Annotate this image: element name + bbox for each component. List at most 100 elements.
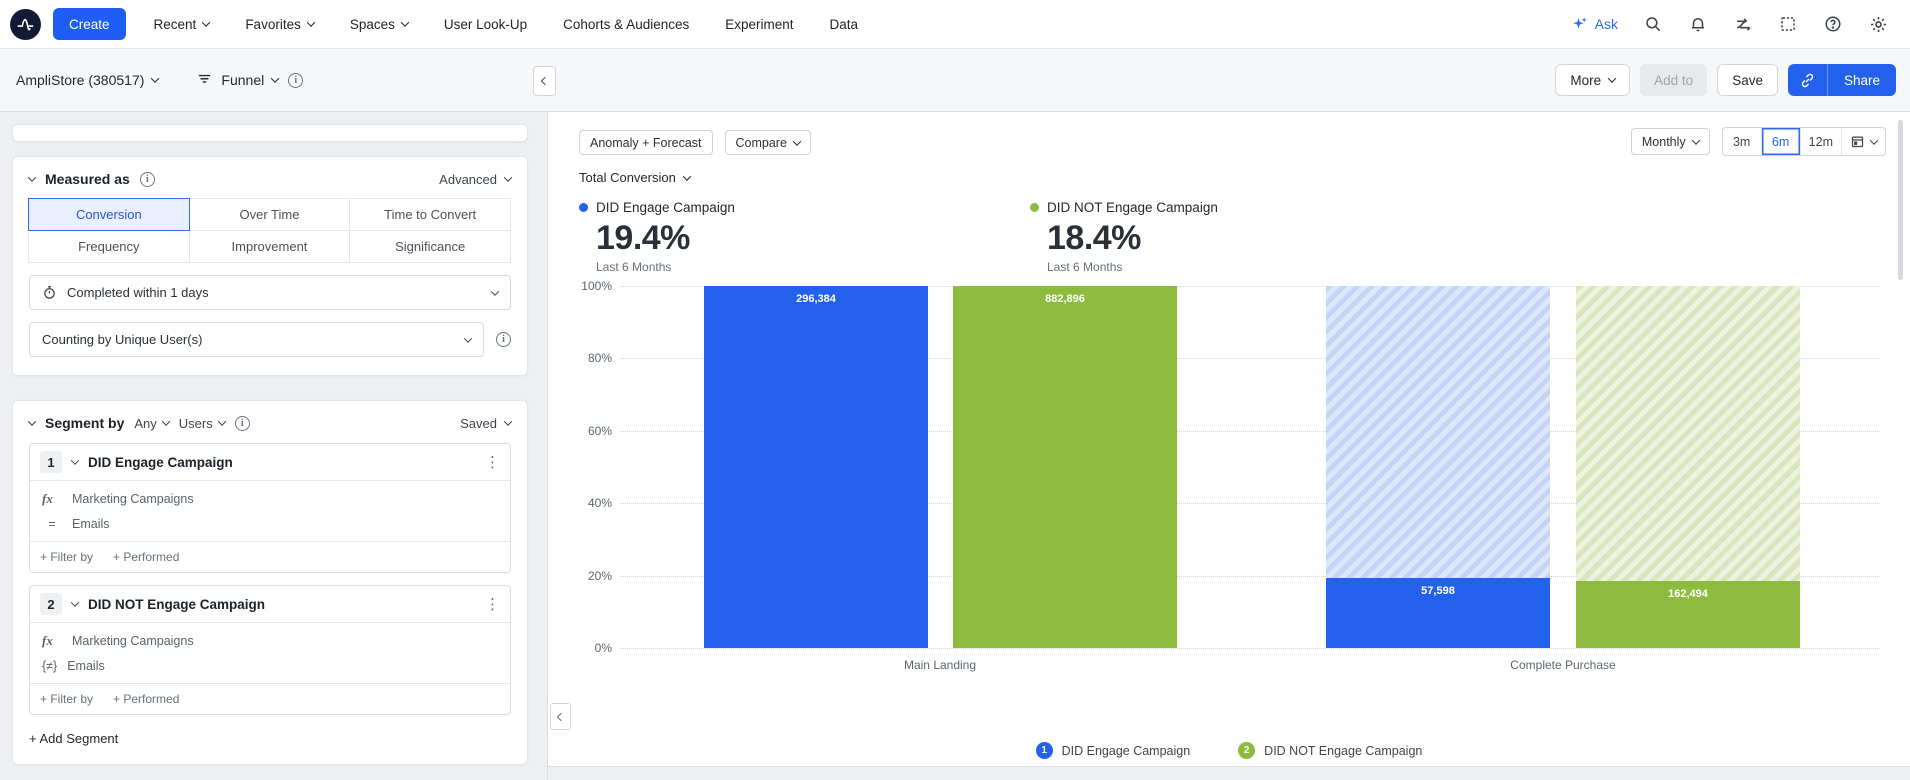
segment-1-menu-icon[interactable]: ⋮ [485, 455, 500, 470]
saved-dropdown[interactable]: Saved [460, 416, 513, 431]
chart-type-selector[interactable]: Funnel [196, 72, 280, 89]
query-sidebar: Measured as i Advanced Conversion Over T… [0, 112, 548, 780]
kpi-did-not-engage: DID NOT Engage Campaign 18.4% Last 6 Mon… [1030, 200, 1218, 274]
segment-2-property-row[interactable]: fx Marketing Campaigns [42, 633, 500, 649]
segment-by-info-icon[interactable]: i [234, 415, 250, 431]
notifications-bell-icon[interactable] [1688, 14, 1708, 34]
y-tick: 20% [587, 568, 612, 583]
option-frequency[interactable]: Frequency [28, 230, 190, 263]
y-tick: 60% [587, 423, 612, 438]
chevron-down-icon [400, 18, 410, 27]
ask-ai-button[interactable]: Ask [1571, 15, 1618, 33]
range-6m[interactable]: 6m [1761, 128, 1801, 155]
nav-user-look-up[interactable]: User Look-Up [444, 17, 527, 32]
bar-main-landing-did-not-engage[interactable]: 882,896 [953, 286, 1177, 648]
y-tick: 100% [581, 279, 612, 293]
legend-did-engage[interactable]: 1 DID Engage Campaign [1035, 742, 1190, 759]
nav-favorites[interactable]: Favorites [245, 17, 316, 32]
range-12m[interactable]: 12m [1801, 128, 1842, 155]
chart-type-info-icon[interactable]: i [288, 72, 304, 88]
sidebar-collapse-button[interactable] [533, 66, 556, 96]
option-significance[interactable]: Significance [349, 230, 511, 263]
chart-collapse-button[interactable] [550, 703, 571, 730]
segment-2-performed-button[interactable]: + Performed [113, 692, 179, 706]
measured-as-card: Measured as i Advanced Conversion Over T… [12, 156, 528, 376]
granularity-dropdown[interactable]: Monthly [1630, 128, 1710, 155]
segment-2-value-row[interactable]: {≠} Emails [42, 659, 500, 673]
option-improvement[interactable]: Improvement [188, 230, 351, 263]
segment-1-property-row[interactable]: fx Marketing Campaigns [42, 491, 500, 507]
metric-selector[interactable]: Total Conversion [579, 170, 692, 185]
amplitude-logo[interactable] [10, 8, 41, 40]
settings-gear-icon[interactable] [1868, 14, 1888, 34]
events-card-partial [12, 124, 528, 142]
bar-complete-purchase-did-not-engage[interactable]: 162,494 [1576, 286, 1800, 648]
option-over-time[interactable]: Over Time [188, 198, 351, 231]
journeys-swap-icon[interactable] [1733, 14, 1753, 34]
nav-recent[interactable]: Recent [154, 17, 211, 32]
project-selector[interactable]: AmpliStore (380517) [16, 72, 160, 88]
more-button[interactable]: More [1555, 64, 1631, 96]
y-tick: 40% [587, 496, 612, 511]
collapse-section-icon[interactable] [27, 173, 37, 182]
chevron-down-icon [217, 417, 226, 426]
copy-link-button[interactable] [1787, 64, 1828, 96]
anomaly-forecast-button[interactable]: Anomaly + Forecast [579, 130, 713, 155]
chevron-down-icon [463, 333, 473, 343]
nav-cohorts-audiences[interactable]: Cohorts & Audiences [563, 17, 689, 32]
help-icon[interactable] [1823, 14, 1843, 34]
range-3m[interactable]: 3m [1723, 128, 1762, 155]
search-icon[interactable] [1643, 14, 1663, 34]
y-tick: 0% [594, 641, 612, 655]
dashboard-templates-icon[interactable] [1778, 14, 1798, 34]
property-fx-icon: fx [42, 491, 53, 506]
segment-1-value-row[interactable]: = Emails [42, 517, 500, 531]
calendar-icon [1850, 134, 1865, 149]
bar-complete-purchase-did-engage[interactable]: 57,598 [1326, 286, 1550, 648]
counting-by-select[interactable]: Counting by Unique User(s) [29, 322, 484, 357]
bar-main-landing-did-engage[interactable]: 296,384 [704, 286, 928, 648]
kpi-value: 18.4% [1047, 219, 1141, 257]
conversion-window-select[interactable]: Completed within 1 days [29, 275, 511, 310]
segment-1-performed-button[interactable]: + Performed [113, 550, 179, 564]
chevron-down-icon[interactable] [70, 598, 80, 607]
advanced-dropdown[interactable]: Advanced [439, 172, 513, 187]
add-segment-button[interactable]: + Add Segment [29, 731, 511, 746]
nav-experiment[interactable]: Experiment [725, 17, 793, 32]
option-conversion[interactable]: Conversion [28, 198, 190, 231]
chevron-down-icon [202, 18, 211, 27]
property-fx-icon: fx [42, 633, 53, 648]
measured-as-info-icon[interactable]: i [139, 171, 155, 187]
nav-spaces[interactable]: Spaces [350, 17, 410, 32]
collapse-section-icon[interactable] [27, 417, 37, 426]
legend-did-not-engage[interactable]: 2 DID NOT Engage Campaign [1238, 742, 1422, 759]
segment-1-name[interactable]: DID Engage Campaign [88, 455, 233, 470]
add-to-button[interactable]: Add to [1640, 64, 1708, 96]
chevron-down-icon [1869, 135, 1879, 145]
top-nav: Create Recent Favorites Spaces User Look… [0, 0, 1910, 49]
segment-2-name[interactable]: DID NOT Engage Campaign [88, 597, 265, 612]
equals-operator[interactable]: = [42, 517, 62, 531]
create-button[interactable]: Create [53, 8, 126, 40]
counting-by-info-icon[interactable]: i [496, 332, 511, 347]
share-button[interactable]: Share [1827, 64, 1896, 96]
segment-2-filter-by-button[interactable]: + Filter by [40, 692, 93, 706]
chevron-down-icon[interactable] [70, 456, 80, 465]
segment-users-dropdown[interactable]: Users [179, 416, 226, 431]
segment-any-dropdown[interactable]: Any [134, 416, 171, 431]
chevron-down-icon [682, 171, 692, 181]
segment-2-badge[interactable]: 2 [40, 593, 62, 615]
segment-2-menu-icon[interactable]: ⋮ [485, 597, 500, 612]
segment-1-badge[interactable]: 1 [40, 451, 62, 473]
segment-1-filter-by-button[interactable]: + Filter by [40, 550, 93, 564]
save-button[interactable]: Save [1717, 64, 1778, 96]
nav-data[interactable]: Data [830, 17, 859, 32]
chart-panel: Anomaly + Forecast Compare Monthly 3m 6m… [548, 112, 1910, 767]
option-time-to-convert[interactable]: Time to Convert [349, 198, 511, 231]
chevron-down-icon [151, 74, 160, 83]
scrollbar[interactable] [1898, 120, 1903, 280]
not-equals-operator[interactable]: {≠} [42, 659, 57, 673]
chevron-down-icon [1691, 135, 1700, 145]
compare-button[interactable]: Compare [724, 130, 811, 155]
custom-date-button[interactable] [1842, 128, 1885, 155]
